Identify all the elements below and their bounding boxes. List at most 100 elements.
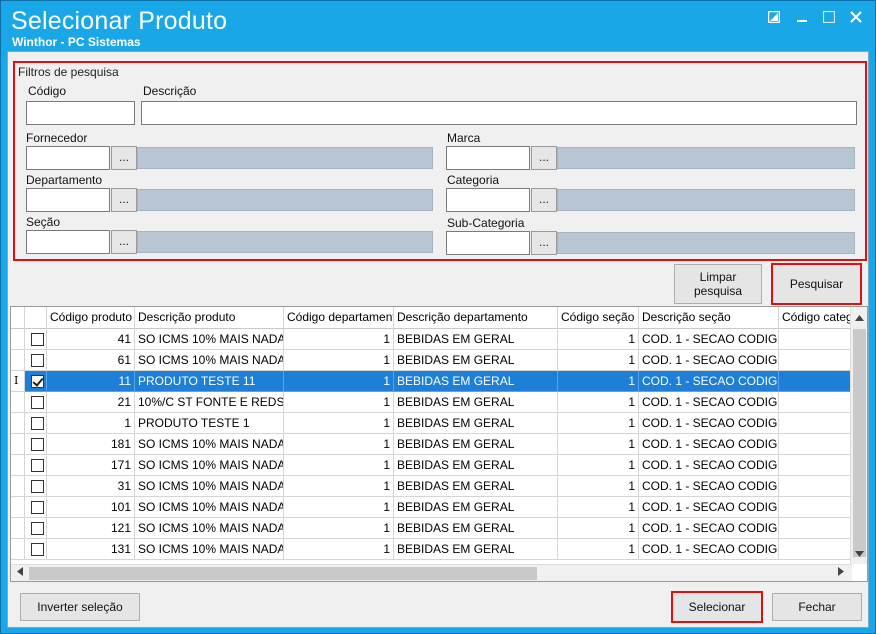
row-checkbox-cell[interactable] <box>25 455 47 476</box>
cell-codigo-produto: 21 <box>47 392 135 413</box>
close-button[interactable]: Fechar <box>772 593 862 621</box>
cell-descricao-secao: COD. 1 - SECAO CODIGO 1 <box>639 413 779 434</box>
fornecedor-code-input[interactable] <box>26 146 110 170</box>
fornecedor-lookup-button[interactable]: ... <box>111 146 137 170</box>
cell-codigo-categoria <box>779 434 859 455</box>
categoria-code-input[interactable] <box>446 188 530 212</box>
departamento-code-input[interactable] <box>26 188 110 212</box>
cell-codigo-produto: 11 <box>47 371 135 392</box>
secao-lookup-button[interactable]: ... <box>111 230 137 254</box>
row-indicator <box>11 518 25 539</box>
cell-descricao-departamento: BEBIDAS EM GERAL <box>394 371 558 392</box>
row-checkbox-cell[interactable] <box>25 371 47 392</box>
col-header-codigo-secao[interactable]: Código seção <box>558 307 639 329</box>
table-row[interactable]: 181 SO ICMS 10% MAIS NADA 1 BEBIDAS EM GERA… <box>11 434 859 455</box>
col-header-checkbox <box>25 307 47 329</box>
title-bar[interactable]: Selecionar Produto Winthor - PC Sistemas <box>1 1 875 51</box>
table-row[interactable]: 131 SO ICMS 10% MAIS NADA 1 BEBIDAS EM GERA… <box>11 539 859 560</box>
subcategoria-code-input[interactable] <box>446 231 530 255</box>
scroll-down-icon[interactable] <box>851 548 867 560</box>
vertical-scroll-thumb[interactable] <box>853 329 866 557</box>
table-row[interactable]: 171 SO ICMS 10% MAIS NADA 1 BEBIDAS EM GERA… <box>11 455 859 476</box>
cell-descricao-produto: SO ICMS 10% MAIS NADA <box>135 434 284 455</box>
col-header-codigo-departamento[interactable]: Código departamento <box>284 307 394 329</box>
secao-code-input[interactable] <box>26 230 110 254</box>
select-button[interactable]: Selecionar <box>671 591 763 623</box>
codigo-label: Código <box>28 84 67 98</box>
marca-lookup-button[interactable]: ... <box>531 146 557 170</box>
row-checkbox-cell[interactable] <box>25 518 47 539</box>
cell-codigo-categoria <box>779 329 859 350</box>
cell-codigo-secao: 1 <box>558 434 639 455</box>
cell-descricao-departamento: BEBIDAS EM GERAL <box>394 539 558 560</box>
cell-descricao-produto: SO ICMS 10% MAIS NADA <box>135 497 284 518</box>
cell-codigo-departamento: 1 <box>284 497 394 518</box>
checkbox-unchecked[interactable] <box>31 354 44 367</box>
checkbox-unchecked[interactable] <box>31 417 44 430</box>
col-header-codigo-categoria[interactable]: Código categoria <box>779 307 859 329</box>
table-row[interactable]: 101 SO ICMS 10% MAIS NADA 1 BEBIDAS EM GERA… <box>11 497 859 518</box>
cell-codigo-categoria <box>779 497 859 518</box>
departamento-lookup-button[interactable]: ... <box>111 188 137 212</box>
cell-descricao-secao: COD. 1 - SECAO CODIGO 1 <box>639 455 779 476</box>
scroll-left-icon[interactable] <box>12 567 28 579</box>
restore-icon[interactable] <box>763 9 785 29</box>
marca-code-input[interactable] <box>446 146 530 170</box>
row-indicator <box>11 455 25 476</box>
col-header-descricao-produto[interactable]: Descrição produto <box>135 307 284 329</box>
table-row[interactable]: 121 SO ICMS 10% MAIS NADA 1 BEBIDAS EM GERA… <box>11 518 859 539</box>
close-icon[interactable] <box>845 9 867 29</box>
col-header-codigo-produto[interactable]: Código produto <box>47 307 135 329</box>
minimize-icon[interactable] <box>791 9 813 29</box>
descricao-input[interactable] <box>141 101 857 125</box>
table-row[interactable]: 41 SO ICMS 10% MAIS NADA 1 BEBIDAS EM GERAL… <box>11 329 859 350</box>
checkbox-unchecked[interactable] <box>31 333 44 346</box>
products-grid[interactable]: Código produto Descrição produto Código de… <box>10 306 868 582</box>
col-header-descricao-departamento[interactable]: Descrição departamento <box>394 307 558 329</box>
checkbox-unchecked[interactable] <box>31 396 44 409</box>
cell-descricao-departamento: BEBIDAS EM GERAL <box>394 434 558 455</box>
maximize-icon[interactable] <box>818 9 840 29</box>
scroll-right-icon[interactable] <box>833 567 849 579</box>
row-checkbox-cell[interactable] <box>25 329 47 350</box>
table-row[interactable]: 1 PRODUTO TESTE 1 1 BEBIDAS EM GERAL 1 COD. 1… <box>11 413 859 434</box>
horizontal-scrollbar[interactable] <box>11 564 852 581</box>
checkbox-unchecked[interactable] <box>31 522 44 535</box>
row-indicator <box>11 434 25 455</box>
cell-codigo-departamento: 1 <box>284 329 394 350</box>
search-button[interactable]: Pesquisar <box>771 263 862 305</box>
row-checkbox-cell[interactable] <box>25 497 47 518</box>
vertical-scrollbar[interactable] <box>850 307 867 564</box>
row-checkbox-cell[interactable] <box>25 476 47 497</box>
table-row[interactable]: 61 SO ICMS 10% MAIS NADA 1 BEBIDAS EM GERAL… <box>11 350 859 371</box>
checkbox-unchecked[interactable] <box>31 480 44 493</box>
cell-descricao-produto: PRODUTO TESTE 1 <box>135 413 284 434</box>
table-row[interactable]: I 11 PRODUTO TESTE 11 1 BEBIDAS EM GERAL 1 COD… <box>11 371 859 392</box>
invert-selection-button[interactable]: Inverter seleção <box>20 593 140 621</box>
table-row[interactable]: 2110%/C ST FONTE E REDSUB1BEBIDAS EM GER… <box>11 392 859 413</box>
table-row[interactable]: 31 SO ICMS 10% MAIS NADA 1 BEBIDAS EM GERAL… <box>11 476 859 497</box>
scroll-up-icon[interactable] <box>851 312 867 324</box>
row-indicator <box>11 350 25 371</box>
horizontal-scroll-thumb[interactable] <box>29 567 537 580</box>
col-header-descricao-secao[interactable]: Descrição seção <box>639 307 779 329</box>
row-checkbox-cell[interactable] <box>25 392 47 413</box>
row-checkbox-cell[interactable] <box>25 413 47 434</box>
subcategoria-lookup-button[interactable]: ... <box>531 231 557 255</box>
row-checkbox-cell[interactable] <box>25 434 47 455</box>
checkbox-unchecked[interactable] <box>31 459 44 472</box>
cell-codigo-secao: 1 <box>558 350 639 371</box>
categoria-lookup-button[interactable]: ... <box>531 188 557 212</box>
cell-descricao-departamento: BEBIDAS EM GERAL <box>394 497 558 518</box>
checkbox-unchecked[interactable] <box>31 438 44 451</box>
checkbox-unchecked[interactable] <box>31 501 44 514</box>
dialog-window: Selecionar Produto Winthor - PC Sistemas… <box>0 0 876 634</box>
dialog-body: Filtros de pesquisa Código Descrição For… <box>7 51 869 628</box>
row-checkbox-cell[interactable] <box>25 539 47 560</box>
clear-search-button[interactable]: Limpar pesquisa <box>674 264 762 304</box>
checkbox-unchecked[interactable] <box>31 543 44 556</box>
cell-codigo-departamento: 1 <box>284 434 394 455</box>
row-checkbox-cell[interactable] <box>25 350 47 371</box>
codigo-input[interactable] <box>26 101 135 125</box>
checkbox-checked[interactable] <box>31 375 44 388</box>
